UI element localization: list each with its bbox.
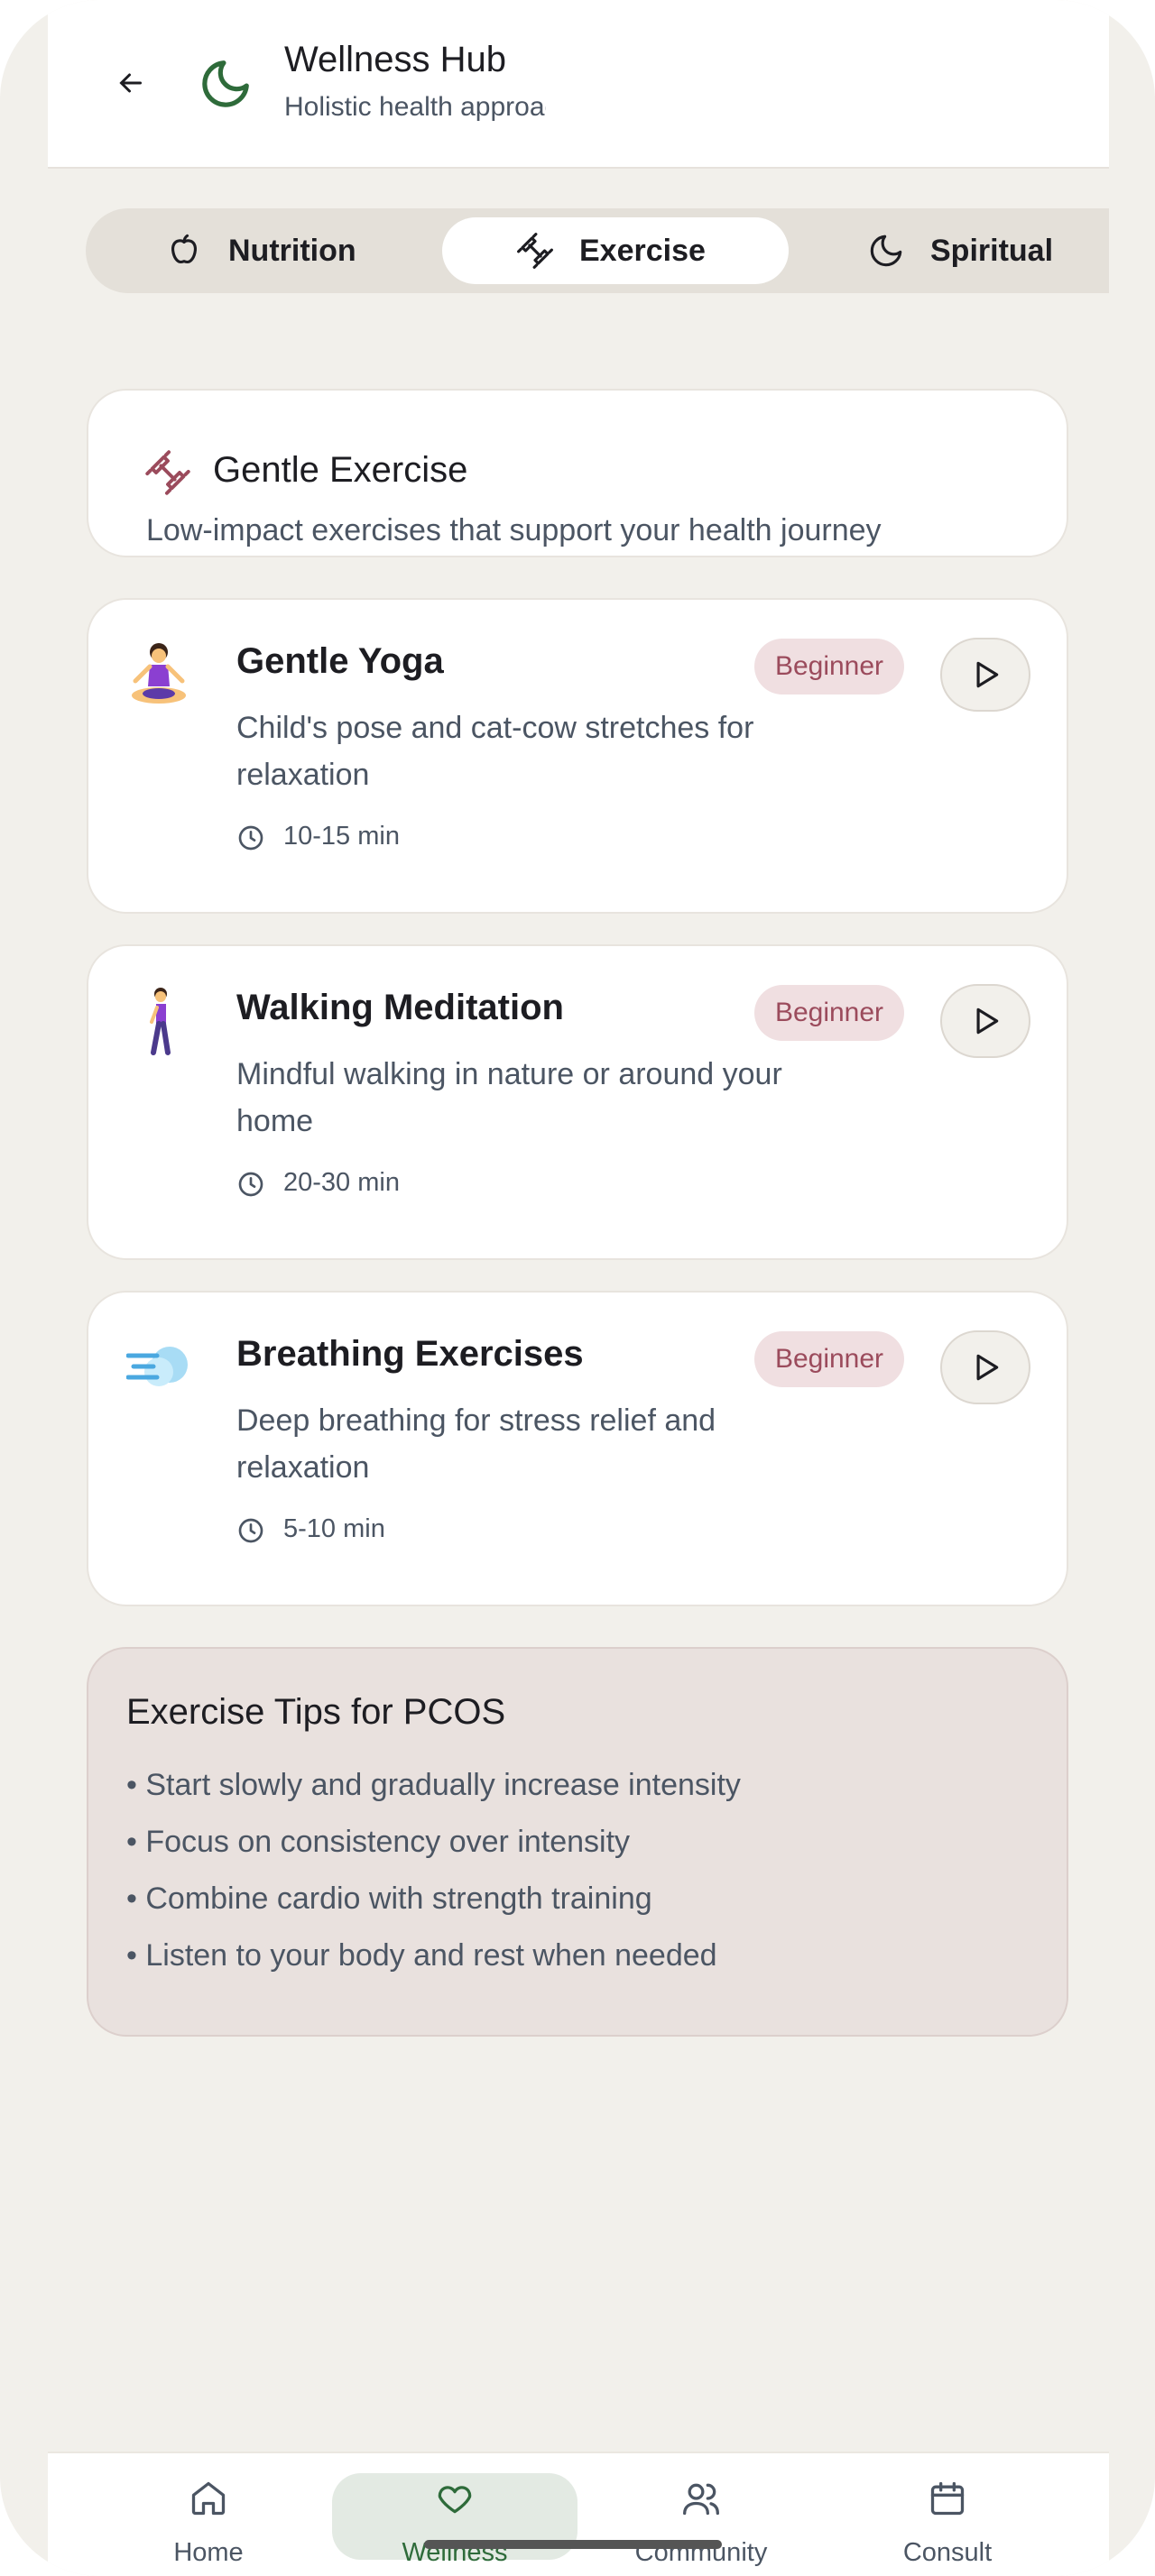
nav-home[interactable]: Home <box>100 2453 317 2576</box>
app-screen: Wellness Hub Holistic health approach Nu… <box>0 0 1155 2576</box>
app-title: Wellness Hub <box>284 40 507 79</box>
back-arrow-icon <box>119 73 142 93</box>
level-badge: Beginner <box>754 1331 904 1387</box>
tips-list: • Start slowly and gradually increase in… <box>126 1757 741 1984</box>
back-button[interactable] <box>104 56 158 110</box>
play-icon <box>976 1007 999 1035</box>
exercise-tips-card: Exercise Tips for PCOS • Start slowly an… <box>87 1647 1068 2037</box>
tip-item: • Combine cardio with strength training <box>126 1881 652 1916</box>
nav-consult[interactable]: Consult <box>839 2453 1056 2576</box>
moon-logo-icon <box>202 60 249 107</box>
users-icon <box>683 2483 719 2516</box>
exercise-duration: 20-30 min <box>283 1168 400 1197</box>
dumbbell-icon <box>145 450 190 495</box>
level-badge: Beginner <box>754 639 904 695</box>
section-header-card: Gentle Exercise Low-impact exercises tha… <box>87 389 1068 557</box>
dashing-away-emoji-icon <box>126 1347 188 1386</box>
nav-consult-label: Consult <box>902 2538 993 2567</box>
exercise-description: Mindful walking in nature or around your… <box>236 1057 782 1138</box>
home-icon <box>191 2481 226 2516</box>
exercise-duration: 10-15 min <box>283 822 400 851</box>
exercise-description: Child's pose and cat-cow stretches for r… <box>236 711 754 792</box>
tab-exercise[interactable]: Exercise <box>442 217 789 284</box>
heart-icon <box>438 2486 472 2514</box>
tab-spiritual-label: Spiritual <box>930 233 1054 268</box>
tip-item: • Start slowly and gradually increase in… <box>126 1768 741 1802</box>
play-icon <box>976 1354 999 1381</box>
app-header: Wellness Hub Holistic health approach <box>48 0 1109 169</box>
tips-title: Exercise Tips for PCOS <box>126 1692 506 1732</box>
tip-item: • Listen to your body and rest when need… <box>126 1938 717 1973</box>
exercise-card[interactable]: Gentle Yoga Beginner Child's pose and ca… <box>87 598 1068 914</box>
exercise-card[interactable]: Breathing Exercises Beginner Deep breath… <box>87 1291 1068 1606</box>
tab-nutrition[interactable]: Nutrition <box>163 217 356 284</box>
clock-icon <box>238 1518 263 1543</box>
exercise-title: Breathing Exercises <box>236 1334 584 1374</box>
nav-home-label: Home <box>173 2538 244 2567</box>
section-title: Gentle Exercise <box>213 450 468 490</box>
category-tabs: Nutrition Exercise Spiritual <box>86 208 1109 293</box>
clock-icon <box>238 825 263 851</box>
calendar-icon <box>930 2481 965 2516</box>
play-button[interactable] <box>940 1330 1030 1404</box>
exercise-title: Gentle Yoga <box>236 641 444 681</box>
apple-icon <box>163 230 205 271</box>
home-indicator <box>424 2540 722 2549</box>
walking-emoji-icon <box>150 988 171 1055</box>
tip-item: • Focus on consistency over intensity <box>126 1825 631 1859</box>
tab-exercise-label: Exercise <box>579 233 706 268</box>
clock-icon <box>238 1172 263 1197</box>
moon-icon <box>865 230 907 271</box>
play-button[interactable] <box>940 984 1030 1058</box>
bottom-navigation: Home Wellness Community Consult <box>48 2452 1109 2576</box>
nav-wellness[interactable]: Wellness <box>346 2453 563 2576</box>
play-icon <box>976 661 999 688</box>
yoga-emoji-icon <box>132 643 186 704</box>
section-description: Low-impact exercises that support your h… <box>146 513 882 547</box>
exercise-title: Walking Meditation <box>236 988 564 1027</box>
tab-spiritual[interactable]: Spiritual <box>865 217 1053 284</box>
nav-community[interactable]: Community <box>593 2453 809 2576</box>
tab-nutrition-label: Nutrition <box>228 233 356 268</box>
app-subtitle: Holistic health approach <box>284 92 546 122</box>
exercise-duration: 5-10 min <box>283 1514 385 1543</box>
exercise-card[interactable]: Walking Meditation Beginner Mindful walk… <box>87 944 1068 1260</box>
level-badge: Beginner <box>754 985 904 1041</box>
exercise-description: Deep breathing for stress relief and rel… <box>236 1403 716 1485</box>
play-button[interactable] <box>940 638 1030 712</box>
dumbbell-icon <box>514 230 556 271</box>
